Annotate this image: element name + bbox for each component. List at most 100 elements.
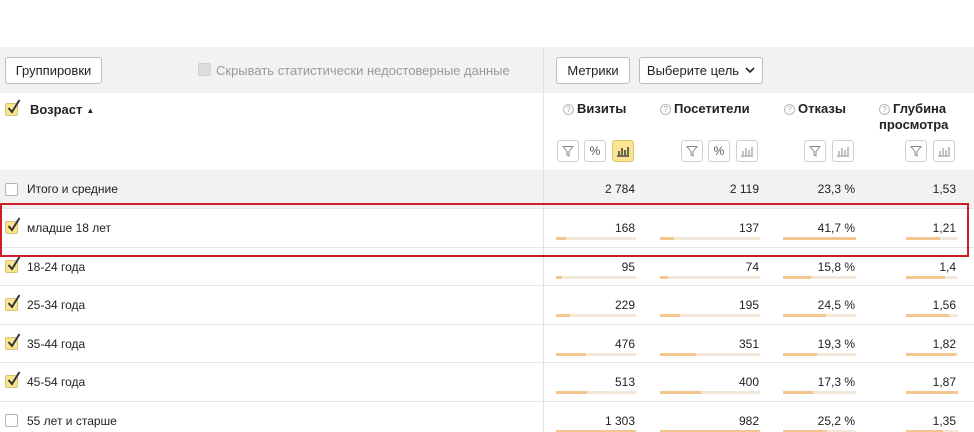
row-divider bbox=[0, 401, 974, 402]
column-depth-label-1: Глубина bbox=[893, 101, 947, 116]
row-checkbox[interactable] bbox=[5, 217, 21, 234]
cell-bounces: 17,3 % bbox=[817, 375, 855, 390]
bar-fill-visits bbox=[556, 391, 587, 395]
cell-visits: 168 bbox=[614, 221, 635, 235]
filter-icon[interactable] bbox=[804, 140, 826, 162]
row-label: 45-54 года bbox=[27, 375, 86, 390]
row-divider bbox=[0, 208, 974, 209]
help-icon[interactable]: ? bbox=[660, 104, 671, 115]
bar-track-visits bbox=[556, 352, 636, 356]
row-checkbox[interactable] bbox=[5, 294, 21, 312]
cell-visitors: 982 bbox=[738, 414, 759, 428]
checkmark-icon bbox=[7, 294, 21, 309]
bar-track-visitors bbox=[660, 391, 760, 395]
metrics-button[interactable]: Метрики bbox=[556, 57, 630, 84]
bar-fill-bounces bbox=[783, 237, 856, 240]
cell-bounces: 41,7 % bbox=[817, 221, 855, 235]
sort-ascending-icon: ▲ bbox=[86, 106, 95, 115]
groupings-button-label: Группировки bbox=[15, 63, 92, 78]
bar-track-depth bbox=[906, 352, 958, 356]
percent-icon[interactable]: % bbox=[708, 140, 730, 162]
bar-track-bounces bbox=[783, 237, 856, 240]
column-visitors-label: Посетители bbox=[674, 101, 750, 116]
bar-chart-icon[interactable] bbox=[612, 140, 634, 162]
cell-visitors: 195 bbox=[738, 298, 759, 313]
bar-track-bounces bbox=[783, 352, 856, 356]
select-all-checkbox[interactable] bbox=[5, 99, 21, 116]
cell-bounces: 24,5 % bbox=[817, 298, 855, 313]
help-icon[interactable]: ? bbox=[784, 104, 795, 115]
filter-icon[interactable] bbox=[905, 140, 927, 162]
chevron-down-icon bbox=[745, 67, 755, 74]
total-row-checkbox[interactable] bbox=[5, 183, 18, 196]
bar-track-bounces bbox=[783, 314, 856, 318]
column-header-depth[interactable]: ? Глубина просмотра bbox=[879, 101, 948, 133]
bar-fill-visits bbox=[556, 237, 566, 240]
hide-unreliable-checkbox[interactable] bbox=[198, 63, 211, 76]
column-divider bbox=[543, 47, 544, 432]
cell-visits: 513 bbox=[614, 375, 635, 390]
total-visits: 2 784 bbox=[604, 182, 635, 196]
groupings-button[interactable]: Группировки bbox=[5, 57, 102, 84]
checkmark-icon bbox=[7, 333, 21, 348]
filter-icon[interactable] bbox=[681, 140, 703, 162]
row-checkbox[interactable] bbox=[5, 414, 18, 427]
bar-fill-visitors bbox=[660, 314, 680, 318]
cell-visitors: 137 bbox=[738, 221, 759, 235]
bar-chart-icon[interactable] bbox=[933, 140, 955, 162]
bar-chart-icon[interactable] bbox=[736, 140, 758, 162]
total-visitors: 2 119 bbox=[729, 182, 759, 196]
help-icon[interactable]: ? bbox=[563, 104, 574, 115]
row-label: 35-44 года bbox=[27, 336, 86, 351]
cell-visits: 476 bbox=[614, 336, 635, 351]
bar-track-visits bbox=[556, 391, 636, 395]
cell-depth: 1,4 bbox=[939, 259, 956, 274]
row-divider bbox=[0, 362, 974, 363]
bar-track-depth bbox=[906, 314, 958, 318]
cell-visits: 229 bbox=[614, 298, 635, 313]
bar-fill-visits bbox=[556, 352, 586, 356]
bar-fill-visits bbox=[556, 314, 570, 318]
bar-fill-visitors bbox=[660, 391, 701, 395]
hide-unreliable-label: Скрывать статистически недостоверные дан… bbox=[216, 63, 510, 78]
percent-icon[interactable]: % bbox=[584, 140, 606, 162]
metrics-button-label: Метрики bbox=[567, 63, 619, 78]
column-header-bounces[interactable]: ? Отказы bbox=[784, 101, 846, 117]
cell-visitors: 400 bbox=[738, 375, 759, 390]
cell-depth: 1,21 bbox=[932, 221, 956, 235]
bar-track-visitors bbox=[660, 275, 760, 279]
row-divider bbox=[0, 324, 974, 325]
goal-select[interactable]: Выберите цель bbox=[639, 57, 763, 84]
cell-bounces: 15,8 % bbox=[817, 259, 855, 274]
row-checkbox[interactable] bbox=[5, 371, 21, 389]
row-checkbox[interactable] bbox=[5, 256, 21, 273]
row-divider bbox=[0, 285, 974, 286]
bar-fill-bounces bbox=[783, 391, 813, 395]
bar-track-visits bbox=[556, 237, 636, 240]
filter-icon[interactable] bbox=[557, 140, 579, 162]
bar-track-visits bbox=[556, 314, 636, 318]
cell-depth: 1,82 bbox=[932, 336, 956, 351]
dimension-title[interactable]: Возраст ▲ bbox=[30, 102, 94, 117]
cell-visits: 1 303 bbox=[604, 414, 635, 428]
bar-fill-visits bbox=[556, 275, 562, 279]
bar-fill-visitors bbox=[660, 237, 674, 240]
row-label: младше 18 лет bbox=[27, 221, 112, 235]
bar-fill-depth bbox=[906, 275, 945, 279]
row-label: 18-24 года bbox=[27, 259, 86, 274]
bar-chart-icon[interactable] bbox=[832, 140, 854, 162]
help-icon[interactable]: ? bbox=[879, 104, 890, 115]
cell-bounces: 19,3 % bbox=[817, 336, 855, 351]
bar-track-visitors bbox=[660, 314, 760, 318]
column-header-visits[interactable]: ? Визиты bbox=[563, 101, 626, 117]
checkmark-icon bbox=[7, 217, 21, 232]
bar-fill-bounces bbox=[783, 314, 826, 318]
bar-track-depth bbox=[906, 275, 958, 279]
cell-visitors: 351 bbox=[738, 336, 759, 351]
bar-fill-visitors bbox=[660, 275, 668, 279]
bar-track-visitors bbox=[660, 352, 760, 356]
bar-track-bounces bbox=[783, 275, 856, 279]
row-checkbox[interactable] bbox=[5, 333, 21, 350]
column-header-visitors[interactable]: ? Посетители bbox=[660, 101, 750, 117]
column-depth-label-2: просмотра bbox=[879, 117, 949, 132]
